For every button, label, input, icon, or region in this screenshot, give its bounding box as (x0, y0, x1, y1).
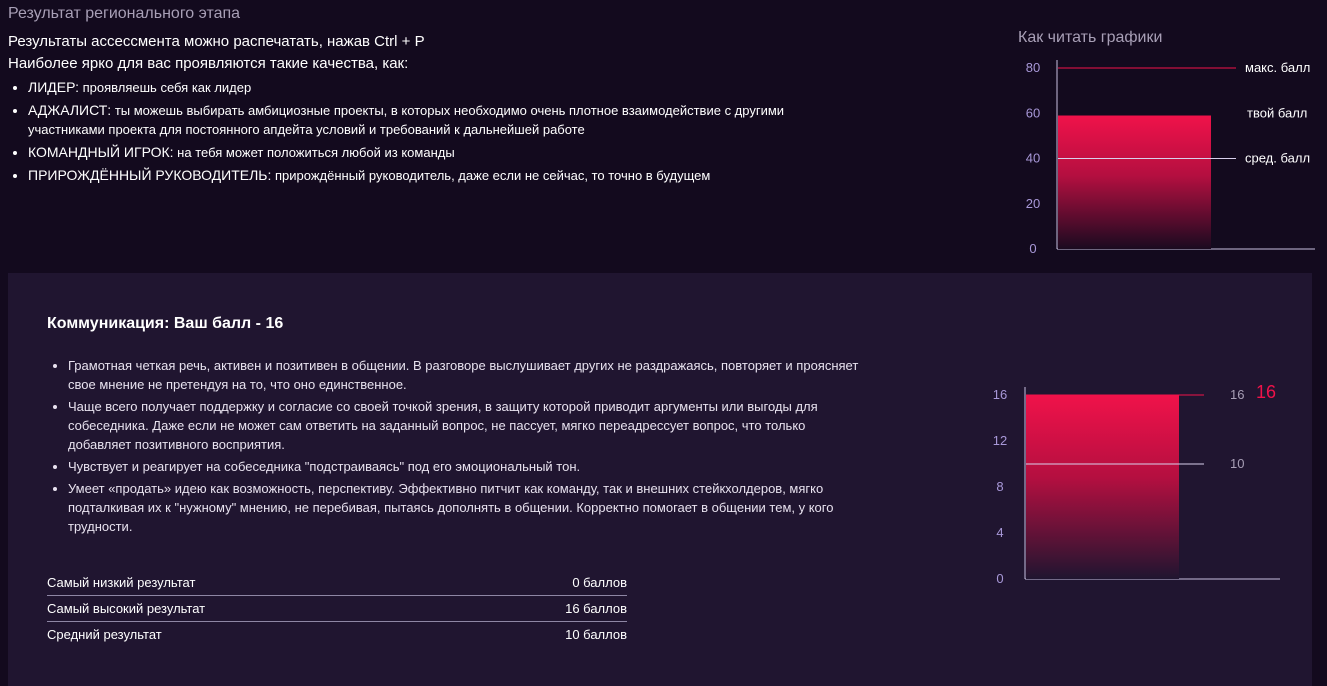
how-to-read-title: Как читать графики (1018, 29, 1163, 46)
legend-chart: 80 60 40 20 0 макс. балл твой балл сред. балл (1026, 60, 1315, 256)
results-page: Результат регионального этапа Результаты… (0, 0, 1327, 686)
quality-text: прирождённый руководитель, даже если не … (274, 168, 711, 183)
y-tick-label: 0 (1029, 241, 1036, 256)
score-chart: 16 12 8 4 0 16 10 16 (993, 382, 1280, 586)
quality-name: ЛИДЕР: (28, 79, 79, 95)
score-bar (1058, 115, 1211, 249)
y-tick-label: 40 (1026, 151, 1040, 166)
stat-label: Средний результат (47, 627, 162, 642)
print-hint: Результаты ассессмента можно распечатать… (8, 33, 425, 50)
stat-value: 0 баллов (572, 575, 627, 590)
y-tick-label: 60 (1026, 105, 1040, 120)
qualities-intro: Наиболее ярко для вас проявляются такие … (8, 55, 409, 72)
y-tick-label: 80 (1026, 60, 1040, 75)
score-value-label: 16 (1256, 382, 1276, 402)
y-tick-label: 0 (996, 571, 1003, 586)
quality-name: ПРИРОЖДЁННЫЙ РУКОВОДИТЕЛЬ: (28, 167, 272, 183)
average-score-label: 10 (1230, 456, 1244, 471)
description-item: Умеет «продать» идею как возможность, пе… (68, 479, 868, 536)
quality-name: КОМАНДНЫЙ ИГРОК: (28, 144, 174, 160)
stat-row-avg: Средний результат 10 баллов (47, 622, 627, 647)
description-item: Чувствует и реагирует на собеседника "по… (68, 457, 868, 476)
y-tick-label: 12 (993, 433, 1007, 448)
stat-label: Самый высокий результат (47, 601, 206, 616)
average-score-label: сред. балл (1245, 151, 1310, 166)
quality-item: ПРИРОЖДЁННЫЙ РУКОВОДИТЕЛЬ: прирождённый … (28, 166, 788, 185)
competency-description-list: Грамотная четкая речь, активен и позитив… (47, 356, 868, 539)
description-item: Чаще всего получает поддержку и согласие… (68, 397, 868, 454)
max-score-label: макс. балл (1245, 60, 1310, 75)
competency-card: Коммуникация: Ваш балл - 16 Грамотная че… (8, 273, 1312, 686)
y-tick-label: 4 (996, 525, 1003, 540)
quality-item: КОМАНДНЫЙ ИГРОК: на тебя может положитьс… (28, 143, 788, 162)
section-title: Результат регионального этапа (8, 5, 241, 22)
quality-item: АДЖАЛИСТ: ты можешь выбирать амбициозные… (28, 101, 788, 139)
regional-result-section: Результат регионального этапа Результаты… (0, 0, 1327, 270)
y-tick-label: 16 (993, 387, 1007, 402)
quality-item: ЛИДЕР: проявляешь себя как лидер (28, 78, 788, 97)
score-bar (1026, 395, 1179, 579)
stat-value: 10 баллов (565, 627, 627, 642)
quality-text: на тебя может положиться любой из команд… (177, 145, 455, 160)
stat-row-min: Самый низкий результат 0 баллов (47, 570, 627, 596)
y-tick-label: 20 (1026, 196, 1040, 211)
competency-title: Коммуникация: Ваш балл - 16 (47, 315, 284, 332)
intro-text: Результаты ассессмента можно распечатать… (8, 31, 425, 75)
qualities-list: ЛИДЕР: проявляешь себя как лидер АДЖАЛИС… (8, 78, 788, 189)
stat-label: Самый низкий результат (47, 575, 196, 590)
stat-value: 16 баллов (565, 601, 627, 616)
quality-text: проявляешь себя как лидер (82, 80, 252, 95)
description-item: Грамотная четкая речь, активен и позитив… (68, 356, 868, 394)
score-stats-table: Самый низкий результат 0 баллов Самый вы… (47, 570, 627, 647)
quality-name: АДЖАЛИСТ: (28, 102, 112, 118)
quality-text: ты можешь выбирать амбициозные проекты, … (28, 103, 785, 137)
your-score-label: твой балл (1247, 105, 1307, 120)
y-tick-label: 8 (996, 479, 1003, 494)
stat-row-max: Самый высокий результат 16 баллов (47, 596, 627, 622)
max-score-label: 16 (1230, 387, 1244, 402)
